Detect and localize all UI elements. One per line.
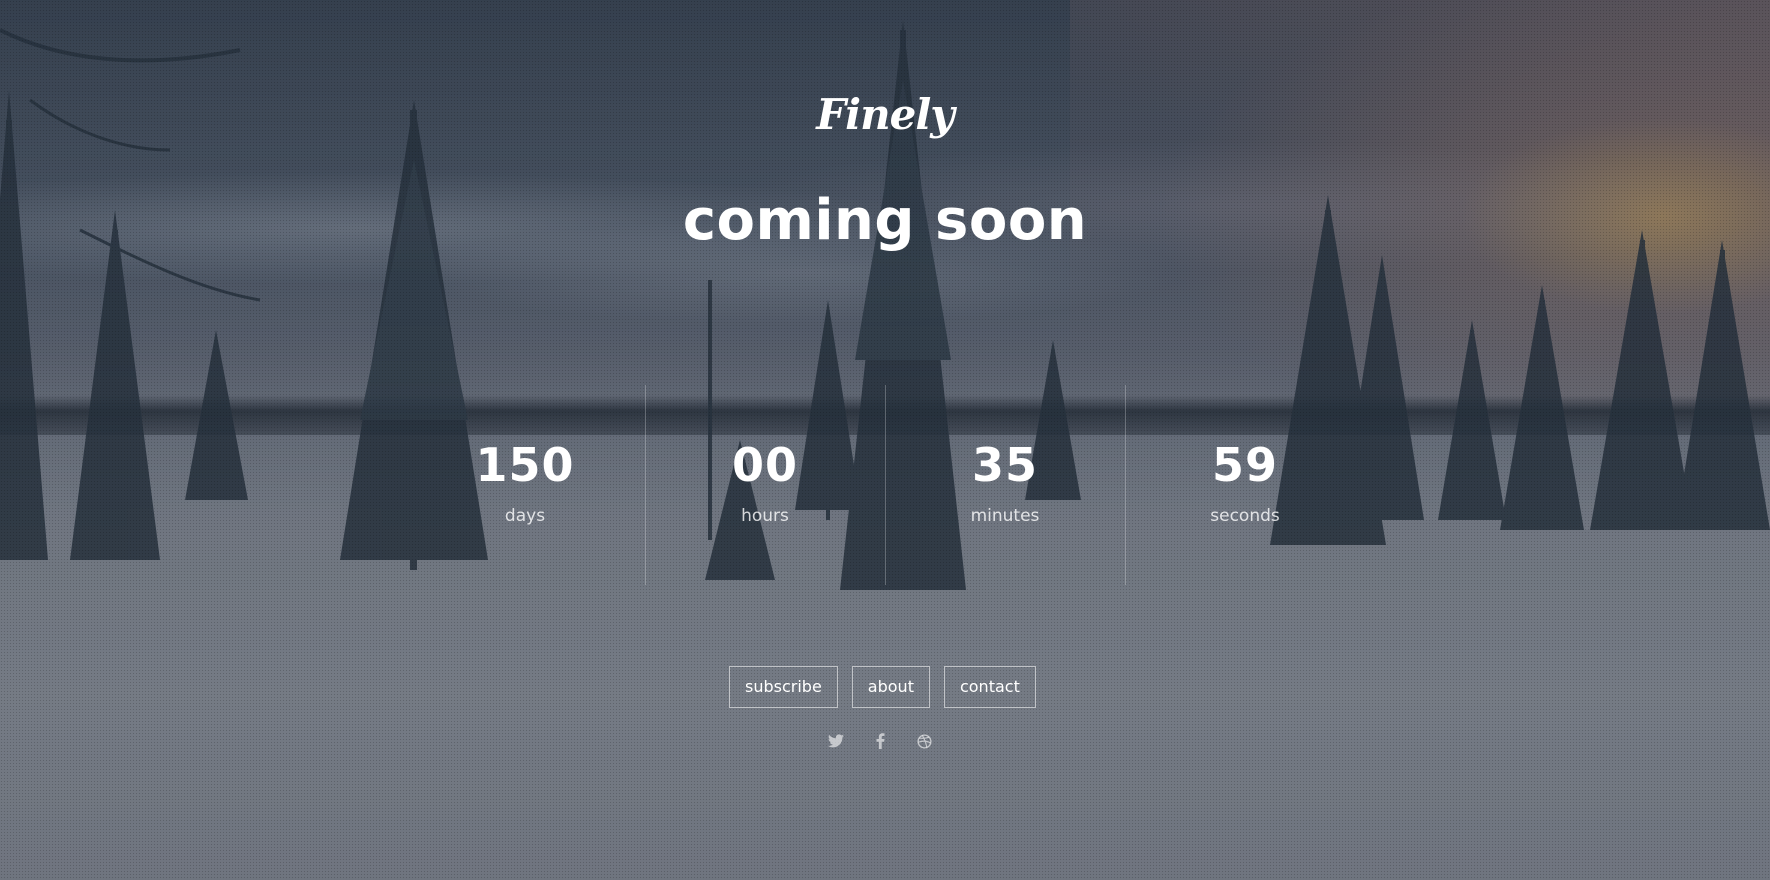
countdown-hours: 00 hours: [645, 385, 885, 585]
contact-button[interactable]: contact: [943, 666, 1036, 708]
nav-buttons: subscribe about contact: [729, 666, 1036, 708]
countdown-days-label: days: [504, 506, 546, 526]
page-title: coming soon: [682, 188, 1088, 253]
twitter-icon[interactable]: [825, 730, 847, 752]
countdown-days: 150 days: [405, 385, 645, 585]
countdown-minutes-value: 35: [971, 438, 1038, 492]
countdown-minutes-label: minutes: [970, 506, 1040, 526]
countdown-seconds-label: seconds: [1210, 506, 1280, 526]
countdown-seconds-value: 59: [1211, 438, 1278, 492]
countdown-timer: 150 days 00 hours 35 minutes 59 seconds: [405, 385, 1365, 585]
countdown-hours-value: 00: [731, 438, 798, 492]
brand-logo: Finely: [816, 90, 954, 139]
background-scene: Finely coming soon 150 days 00 hours 35 …: [0, 0, 1770, 880]
about-button[interactable]: about: [851, 666, 930, 708]
dribbble-icon[interactable]: [913, 730, 935, 752]
countdown-minutes: 35 minutes: [885, 385, 1125, 585]
facebook-icon[interactable]: [869, 730, 891, 752]
social-links: [825, 730, 935, 752]
countdown-seconds: 59 seconds: [1125, 385, 1365, 585]
countdown-days-value: 150: [475, 438, 575, 492]
countdown-hours-label: hours: [741, 506, 789, 526]
main-content: Finely coming soon 150 days 00 hours 35 …: [0, 0, 1770, 880]
subscribe-button[interactable]: subscribe: [729, 666, 838, 708]
